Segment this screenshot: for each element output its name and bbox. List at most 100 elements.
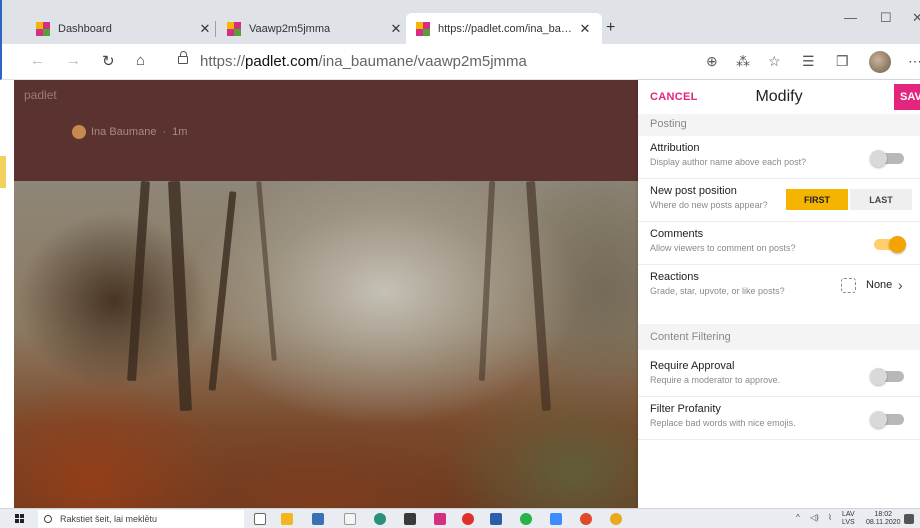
windows-start-icon[interactable] xyxy=(15,514,25,524)
file-explorer-icon[interactable] xyxy=(281,513,293,525)
setting-description: Where do new posts appear? xyxy=(650,200,768,210)
zoom-icon[interactable] xyxy=(550,513,562,525)
keyboard-layout: LVS xyxy=(842,519,855,526)
browser-tab-strip: Dashboard ✕ Vaawp2m5jmma ✕ https://padle… xyxy=(0,0,920,44)
setting-label: Comments xyxy=(650,228,704,240)
tab-vaawp2m5jmma[interactable]: Vaawp2m5jmma ✕ xyxy=(217,13,413,44)
wallpaper-forest-image xyxy=(14,180,638,508)
setting-description: Display author name above each post? xyxy=(650,157,807,167)
setting-description: Require a moderator to approve. xyxy=(650,375,781,385)
save-button[interactable]: SAV xyxy=(894,84,920,110)
mail-app-icon[interactable] xyxy=(312,513,324,525)
padlet-wall: padlet Ina Baumane · 1m xyxy=(14,80,638,508)
chrome-icon[interactable] xyxy=(610,513,622,525)
modify-settings-panel: CANCEL Modify SAV Posting Attribution Di… xyxy=(638,80,920,508)
translate-icon[interactable]: ⁂ xyxy=(736,53,750,70)
clock-date: 08.11.2020 xyxy=(866,519,901,526)
more-options-icon[interactable]: ⋯ xyxy=(908,53,920,70)
notifications-icon[interactable] xyxy=(904,514,914,524)
padlet-favicon-icon xyxy=(227,21,241,36)
search-placeholder: Rakstiet šeit, lai meklētu xyxy=(60,514,158,524)
author-line: Ina Baumane · 1m xyxy=(72,125,187,139)
reactions-value: None xyxy=(866,279,893,291)
language-indicator[interactable]: LAV LVS xyxy=(842,511,855,527)
tab-active-padlet[interactable]: https://padlet.com/ina_baumane/vaawp2m5j… xyxy=(406,13,602,44)
setting-new-post-position: New post position Where do new posts app… xyxy=(638,179,920,222)
favorites-icon[interactable]: ☰ xyxy=(802,53,815,70)
opera-icon[interactable] xyxy=(462,513,474,525)
comments-toggle[interactable] xyxy=(870,236,906,253)
setting-label: New post position xyxy=(650,185,737,197)
whatsapp-icon[interactable] xyxy=(520,513,532,525)
forward-arrow-icon[interactable]: → xyxy=(66,52,81,69)
require-approval-toggle[interactable] xyxy=(870,368,906,385)
lock-icon xyxy=(178,51,188,64)
volume-icon[interactable]: ◁) xyxy=(810,513,819,522)
setting-description: Replace bad words with nice emojis. xyxy=(650,418,796,428)
attribution-toggle[interactable] xyxy=(870,150,906,167)
tab-title: Dashboard xyxy=(58,22,112,35)
language-code: LAV xyxy=(842,511,855,518)
setting-label: Attribution xyxy=(650,142,700,154)
setting-reactions[interactable]: Reactions Grade, star, upvote, or like p… xyxy=(638,265,920,311)
post-time: 1m xyxy=(172,126,188,138)
reaction-dashed-square-icon xyxy=(841,278,856,293)
home-icon[interactable]: ⌂ xyxy=(136,52,145,69)
tab-separator xyxy=(215,21,216,37)
tab-dashboard[interactable]: Dashboard ✕ xyxy=(26,13,222,44)
taskbar-search-input[interactable]: Rakstiet šeit, lai meklētu xyxy=(38,510,244,528)
collections-icon[interactable]: ❒ xyxy=(836,53,849,70)
close-tab-icon[interactable]: ✕ xyxy=(198,21,212,37)
document-app-icon[interactable] xyxy=(344,513,356,525)
panel-title: Modify xyxy=(755,88,803,105)
padlet-logo[interactable]: padlet xyxy=(24,88,57,102)
star-icon[interactable]: ☆ xyxy=(768,53,781,70)
setting-label: Require Approval xyxy=(650,360,735,372)
filter-profanity-toggle[interactable] xyxy=(870,411,906,428)
search-icon xyxy=(44,515,52,523)
section-posting: Posting xyxy=(638,114,920,136)
separator-dot: · xyxy=(162,126,167,138)
padlet-app-icon[interactable] xyxy=(434,513,446,525)
maximize-icon[interactable]: ☐ xyxy=(880,10,892,26)
edge-browser-icon[interactable] xyxy=(374,513,386,525)
system-clock[interactable]: 18:02 08.11.2020 xyxy=(866,511,901,527)
refresh-icon[interactable]: ↻ xyxy=(102,52,115,70)
author-name: Ina Baumane xyxy=(91,126,157,138)
author-avatar xyxy=(72,125,86,139)
padlet-favicon-icon xyxy=(416,21,430,36)
tray-chevron-icon[interactable]: ^ xyxy=(796,513,800,522)
store-icon[interactable] xyxy=(404,513,416,525)
url-scheme: https:// xyxy=(200,53,246,70)
padlet-favicon-icon xyxy=(36,21,50,36)
setting-require-approval: Require Approval Require a moderator to … xyxy=(638,354,920,397)
tab-title: https://padlet.com/ina_baumane/vaawp2m5j… xyxy=(438,22,578,35)
setting-description: Allow viewers to comment on posts? xyxy=(650,243,796,253)
position-last-option[interactable]: LAST xyxy=(850,189,912,210)
network-icon[interactable]: ⌇ xyxy=(828,513,832,522)
task-view-icon[interactable] xyxy=(254,513,266,525)
panel-header: CANCEL Modify SAV xyxy=(638,80,920,114)
add-icon[interactable]: ⊕ xyxy=(706,53,718,70)
chevron-right-icon: › xyxy=(898,277,903,293)
address-bar[interactable]: https://padlet.com/ina_baumane/vaawp2m5j… xyxy=(200,53,527,70)
setting-filter-profanity: Filter Profanity Replace bad words with … xyxy=(638,397,920,440)
app-icon[interactable] xyxy=(580,513,592,525)
word-icon[interactable] xyxy=(490,513,502,525)
section-content-filtering: Content Filtering xyxy=(638,324,920,350)
back-arrow-icon[interactable]: ← xyxy=(30,52,45,69)
position-first-option[interactable]: FIRST xyxy=(786,189,848,210)
close-tab-icon[interactable]: ✕ xyxy=(389,21,403,37)
setting-label: Reactions xyxy=(650,271,699,283)
left-edge-highlight xyxy=(0,156,6,188)
minimize-icon[interactable]: — xyxy=(844,10,857,25)
url-host: padlet.com xyxy=(245,53,319,70)
setting-label: Filter Profanity xyxy=(650,403,721,415)
new-tab-plus-icon[interactable]: + xyxy=(606,19,615,37)
close-window-icon[interactable]: ✕ xyxy=(912,10,920,26)
padlet-header: padlet Ina Baumane · 1m xyxy=(14,80,638,181)
tab-title: Vaawp2m5jmma xyxy=(249,22,331,35)
profile-avatar[interactable] xyxy=(869,51,891,73)
close-tab-icon[interactable]: ✕ xyxy=(578,21,592,37)
url-path: /ina_baumane/vaawp2m5jmma xyxy=(318,53,527,70)
